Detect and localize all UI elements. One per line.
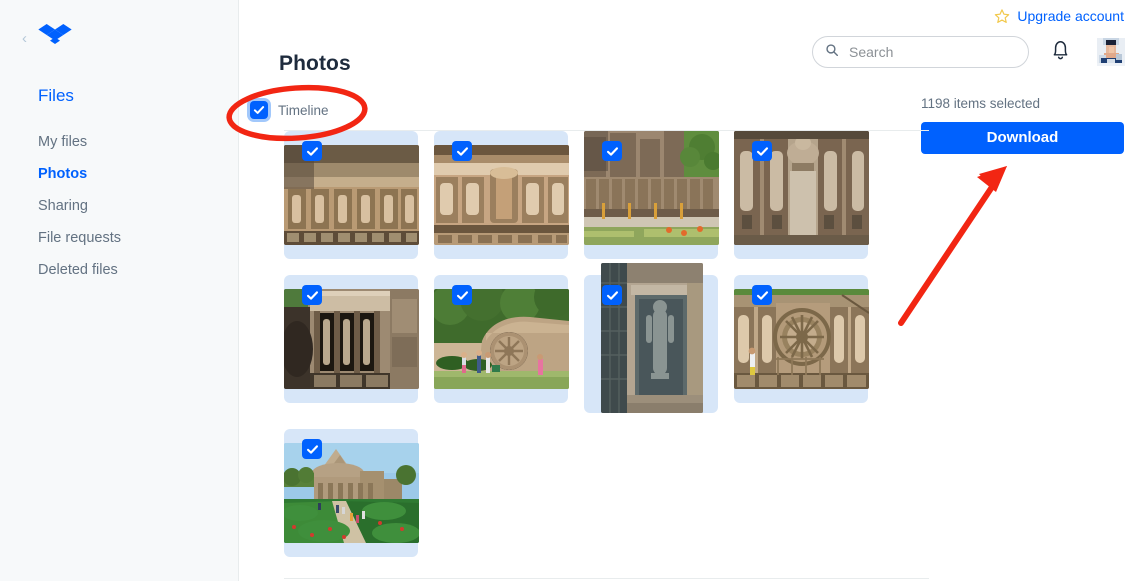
checkmark-icon — [606, 146, 618, 156]
search-box[interactable] — [812, 36, 1029, 68]
photo-tile[interactable] — [434, 275, 569, 403]
photo-tile[interactable] — [734, 275, 869, 403]
page-title: Photos — [279, 52, 351, 76]
checkmark-icon — [756, 146, 768, 156]
photo-tile-checkbox[interactable] — [452, 141, 472, 161]
timeline-checkbox[interactable] — [250, 101, 268, 119]
photo-tile-checkbox[interactable] — [302, 285, 322, 305]
top-bar: Upgrade account Search Photos — [239, 0, 1135, 84]
dropbox-logo-icon[interactable] — [38, 24, 72, 54]
bell-icon — [1050, 38, 1076, 62]
photo-tile[interactable] — [434, 131, 569, 259]
checkmark-icon — [253, 106, 265, 114]
photo-tile-checkbox[interactable] — [302, 439, 322, 459]
search-input[interactable] — [849, 44, 1009, 60]
timeline-label: Timeline — [278, 102, 329, 118]
photo-tile[interactable] — [584, 131, 719, 259]
photo-tile[interactable] — [734, 131, 869, 259]
star-outline-icon — [994, 8, 1010, 24]
photo-grid-row — [284, 263, 934, 413]
checkmark-icon — [306, 146, 318, 156]
photo-tile-checkbox[interactable] — [452, 285, 472, 305]
timeline-select-all-row[interactable]: Timeline — [250, 101, 329, 119]
search-icon — [825, 43, 839, 62]
checkmark-icon — [456, 290, 468, 300]
checkmark-icon — [306, 444, 318, 454]
sidebar-item-deleted-files[interactable]: Deleted files — [0, 254, 238, 286]
dropbox-app-window: ‹ Files My files Photos Sharing File req… — [0, 0, 1135, 581]
checkmark-icon — [456, 146, 468, 156]
left-sidebar: ‹ Files My files Photos Sharing File req… — [0, 0, 239, 581]
brand-row: ‹ — [0, 0, 238, 78]
photo-tile[interactable] — [584, 263, 718, 413]
upgrade-account-row[interactable]: Upgrade account — [994, 8, 1124, 24]
photo-tile-checkbox[interactable] — [752, 141, 772, 161]
checkmark-icon — [606, 290, 618, 300]
chevron-left-icon[interactable]: ‹ — [22, 31, 34, 46]
upgrade-account-link[interactable]: Upgrade account — [1017, 8, 1124, 24]
main-content: Upgrade account Search Photos Timeline 1… — [239, 0, 1135, 581]
sidebar-item-my-files[interactable]: My files — [0, 126, 238, 158]
photo-grid — [284, 131, 934, 573]
photo-tile-checkbox[interactable] — [602, 285, 622, 305]
sidebar-nav: My files Photos Sharing File requests De… — [0, 126, 238, 286]
grid-bottom-divider — [284, 578, 929, 579]
photo-tile-checkbox[interactable] — [602, 141, 622, 161]
notifications-button[interactable] — [1050, 38, 1076, 66]
photo-tile[interactable] — [284, 429, 419, 557]
checkmark-icon — [306, 290, 318, 300]
sidebar-section-files[interactable]: Files — [0, 78, 238, 114]
photo-tile[interactable] — [284, 275, 419, 403]
sidebar-item-sharing[interactable]: Sharing — [0, 190, 238, 222]
photo-tile[interactable] — [284, 131, 419, 259]
avatar[interactable] — [1095, 36, 1127, 68]
sidebar-item-photos[interactable]: Photos — [0, 158, 238, 190]
photo-grid-row — [284, 429, 934, 557]
photo-tile-checkbox[interactable] — [752, 285, 772, 305]
selected-count-text: 1198 items selected — [921, 96, 1041, 111]
sidebar-item-file-requests[interactable]: File requests — [0, 222, 238, 254]
selection-panel: 1198 items selected Download — [921, 96, 1124, 154]
checkmark-icon — [756, 290, 768, 300]
download-button[interactable]: Download — [921, 122, 1124, 154]
photo-grid-row — [284, 131, 934, 259]
photo-tile-checkbox[interactable] — [302, 141, 322, 161]
